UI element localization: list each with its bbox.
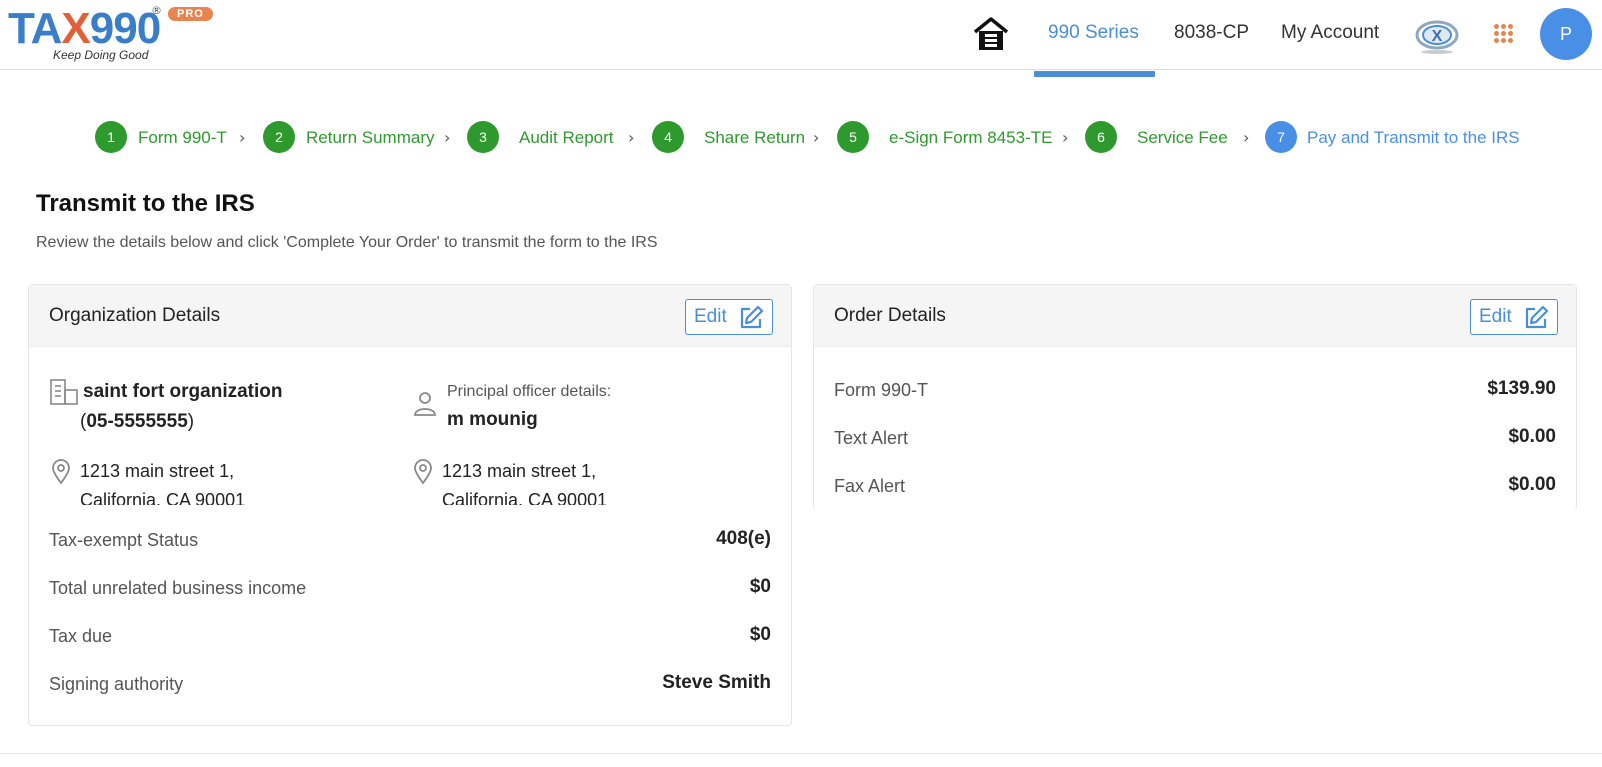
apps-grid-icon[interactable] [1494, 24, 1514, 44]
step-label: Share Return [704, 128, 806, 147]
order-item-label: Text Alert [834, 428, 909, 448]
edit-order-button[interactable]: Edit [1470, 299, 1558, 335]
order-item-value: $0.00 [1508, 474, 1556, 495]
unrelated-income-label: Total unrelated business income [49, 578, 307, 598]
location-pin-icon [414, 459, 432, 485]
user-avatar[interactable]: P [1540, 8, 1592, 60]
edit-pencil-icon [1525, 305, 1549, 329]
order-item-value: $0.00 [1508, 426, 1556, 447]
location-pin-icon [52, 459, 70, 485]
step-label: e-Sign Form 8453-TE [889, 128, 1053, 147]
logo-tagline: Keep Doing Good [53, 48, 149, 62]
building-icon [50, 379, 78, 405]
signing-authority-label: Signing authority [49, 674, 184, 694]
step-number: 3 [467, 121, 499, 153]
nav-990-series[interactable]: 990 Series [1048, 22, 1139, 44]
home-icon[interactable] [972, 16, 1010, 52]
chevron-right-icon: › [1062, 128, 1069, 147]
edit-button-label: Edit [1479, 306, 1512, 327]
logo-wordmark: TAX990 [8, 4, 161, 53]
step-number: 7 [1265, 121, 1297, 153]
step-label: Audit Report [519, 128, 614, 147]
nav-my-account[interactable]: My Account [1281, 22, 1379, 44]
signing-authority-value: Steve Smith [662, 672, 771, 693]
taxbandits-x-icon[interactable]: X [1414, 14, 1460, 56]
edit-button-label: Edit [694, 306, 727, 327]
pro-badge: PRO [168, 7, 213, 21]
unrelated-income-value: $0 [749, 576, 771, 597]
order-item-value: $139.90 [1487, 378, 1556, 399]
step-label: Pay and Transmit to the IRS [1307, 128, 1520, 147]
org-ein: (05-5555555) [80, 411, 195, 432]
top-header: TAX990 ® PRO Keep Doing Good 990 Series … [0, 0, 1602, 70]
tax990-logo[interactable]: TAX990 ® PRO Keep Doing Good [8, 2, 213, 66]
step-label: Return Summary [306, 128, 435, 147]
step-number: 6 [1085, 121, 1117, 153]
organization-details-card: Organization Details Edit saint fort org… [28, 284, 792, 726]
card-title: Order Details [834, 305, 946, 326]
order-line-items: Form 990-T $139.90 Text Alert $0.00 Fax … [814, 347, 1576, 505]
active-nav-indicator [1034, 71, 1155, 77]
officer-address-line1: 1213 main street 1, [442, 461, 597, 481]
chevron-right-icon: › [628, 128, 635, 147]
tax-exempt-status-label: Tax-exempt Status [49, 530, 199, 550]
nav-8038-cp[interactable]: 8038-CP [1174, 22, 1249, 44]
order-item-label: Form 990-T [834, 380, 929, 400]
officer-label: Principal officer details: [447, 383, 612, 400]
step-label: Form 990-T [138, 128, 227, 147]
step-number: 1 [95, 121, 127, 153]
step-number: 2 [263, 121, 295, 153]
footer-divider [0, 753, 1602, 754]
page-title: Transmit to the IRS [36, 190, 255, 217]
officer-address-line2: California, CA 90001 [442, 490, 608, 505]
step-number: 5 [837, 121, 869, 153]
step-number: 4 [652, 121, 684, 153]
org-name: saint fort organization [83, 381, 283, 402]
svg-text:X: X [1432, 28, 1443, 45]
tax-exempt-status-value: 408(e) [716, 528, 771, 549]
tax-due-label: Tax due [49, 626, 113, 646]
organization-info: saint fort organization (05-5555555) 121… [29, 347, 791, 505]
chevron-right-icon: › [1243, 128, 1250, 147]
edit-pencil-icon [740, 305, 764, 329]
order-details-card: Order Details Edit Form 990-T $139.90 Te… [813, 284, 1577, 510]
edit-organization-button[interactable]: Edit [685, 299, 773, 335]
registered-mark: ® [151, 4, 162, 17]
card-header: Order Details Edit [814, 285, 1576, 347]
order-item-label: Fax Alert [834, 476, 906, 496]
person-icon [414, 392, 436, 416]
chevron-right-icon: › [444, 128, 451, 147]
officer-name: m mounig [447, 409, 538, 430]
chevron-right-icon: › [239, 128, 246, 147]
org-address-line1: 1213 main street 1, [80, 461, 235, 481]
chevron-right-icon: › [813, 128, 820, 147]
card-header: Organization Details Edit [29, 285, 791, 347]
page-subtitle: Review the details below and click 'Comp… [36, 234, 658, 251]
org-address-line2: California, CA 90001 [80, 490, 246, 505]
tax-due-value: $0 [749, 624, 771, 645]
step-label: Service Fee [1137, 128, 1228, 147]
card-title: Organization Details [49, 305, 221, 326]
